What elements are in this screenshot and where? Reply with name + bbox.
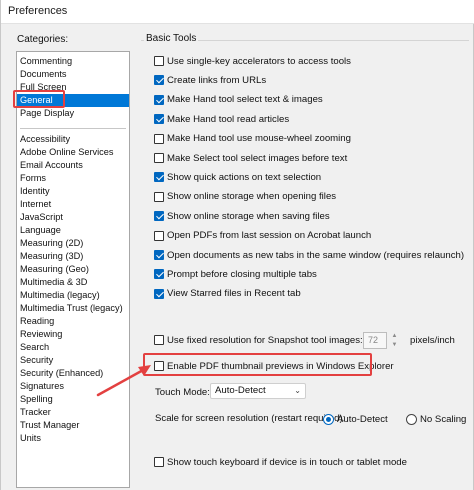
option-view-starred-files-in-recent-label: View Starred files in Recent tab [167, 288, 301, 300]
snapshot-resolution-checkbox[interactable] [154, 335, 164, 345]
category-security-enhanced[interactable]: Security (Enhanced) [20, 367, 103, 380]
option-open-pdfs-from-last-session[interactable]: Open PDFs from last session on Acrobat l… [154, 229, 371, 243]
option-create-links-from-urls-label: Create links from URLs [167, 74, 267, 86]
scale-no-scaling-label: No Scaling [420, 413, 467, 425]
category-forms[interactable]: Forms [20, 172, 46, 185]
category-documents[interactable]: Documents [20, 68, 66, 81]
category-language[interactable]: Language [20, 224, 61, 237]
option-make-select-tool-select-images[interactable]: Make Select tool select images before te… [154, 151, 347, 165]
option-make-hand-tool-read-articles-checkbox[interactable] [154, 114, 164, 125]
category-identity[interactable]: Identity [20, 185, 50, 198]
option-make-select-tool-select-images-checkbox[interactable] [154, 153, 164, 163]
option-open-documents-as-new-tabs-label: Open documents as new tabs in the same w… [167, 249, 465, 261]
option-make-hand-tool-read-articles-label: Make Hand tool read articles [167, 113, 290, 125]
snapshot-resolution-option[interactable]: Use fixed resolution for Snapshot tool i… [154, 333, 363, 347]
option-prompt-before-closing-multiple-tabs-checkbox[interactable] [154, 269, 164, 280]
option-show-quick-actions-on-text[interactable]: Show quick actions on text selection [154, 170, 321, 184]
option-create-links-from-urls[interactable]: Create links from URLs [154, 73, 266, 87]
category-commenting[interactable]: Commenting [20, 55, 72, 68]
snapshot-resolution-spinner[interactable]: ▲ ▼ [390, 332, 399, 349]
option-make-hand-tool-select-text-checkbox[interactable] [154, 94, 164, 105]
option-use-single-key-accelerators-to-checkbox[interactable] [154, 56, 164, 66]
thumbnail-preview-option[interactable]: Enable PDF thumbnail previews in Windows… [154, 359, 394, 373]
option-show-quick-actions-on-text-checkbox[interactable] [154, 172, 164, 183]
category-reading[interactable]: Reading [20, 315, 54, 328]
option-open-pdfs-from-last-session-checkbox[interactable] [154, 230, 164, 241]
option-show-online-storage-when-saving[interactable]: Show online storage when saving files [154, 209, 330, 223]
option-prompt-before-closing-multiple-tabs-label: Prompt before closing multiple tabs [167, 268, 317, 280]
spin-down-icon[interactable]: ▼ [392, 341, 398, 349]
snapshot-resolution-label: Use fixed resolution for Snapshot tool i… [167, 334, 363, 346]
option-view-starred-files-in-recent-checkbox[interactable] [154, 288, 164, 299]
category-email-accounts[interactable]: Email Accounts [20, 159, 83, 172]
option-make-hand-tool-read-articles[interactable]: Make Hand tool read articles [154, 112, 289, 126]
snapshot-resolution-input[interactable]: 72 [363, 332, 387, 349]
window-title: Preferences [8, 5, 68, 17]
category-spelling[interactable]: Spelling [20, 393, 53, 406]
touch-mode-label: Touch Mode: [155, 387, 210, 398]
touch-keyboard-label: Show touch keyboard if device is in touc… [167, 456, 407, 468]
option-view-starred-files-in-recent[interactable]: View Starred files in Recent tab [154, 287, 301, 301]
option-use-single-key-accelerators-to-label: Use single-key accelerators to access to… [167, 55, 351, 67]
category-trust-manager[interactable]: Trust Manager [20, 419, 79, 432]
option-make-hand-tool-select-text[interactable]: Make Hand tool select text & images [154, 93, 323, 107]
option-create-links-from-urls-checkbox[interactable] [154, 75, 164, 86]
option-open-pdfs-from-last-session-label: Open PDFs from last session on Acrobat l… [167, 230, 372, 242]
category-measuring-geo[interactable]: Measuring (Geo) [20, 263, 89, 276]
scale-no-scaling-option[interactable]: No Scaling [406, 412, 466, 426]
scale-no-scaling-radio[interactable] [406, 413, 417, 425]
option-make-hand-tool-use-mouse-label: Make Hand tool use mouse-wheel zooming [167, 133, 351, 145]
category-multimedia-3d[interactable]: Multimedia & 3D [20, 276, 87, 289]
category-measuring-2d[interactable]: Measuring (2D) [20, 237, 83, 250]
category-measuring-3d[interactable]: Measuring (3D) [20, 250, 83, 263]
category-reviewing[interactable]: Reviewing [20, 328, 62, 341]
basic-tools-title: Basic Tools [144, 33, 199, 44]
category-security[interactable]: Security [20, 354, 53, 367]
touch-mode-value: Auto-Detect [215, 385, 266, 396]
option-show-online-storage-when-saving-label: Show online storage when saving files [167, 210, 330, 222]
option-open-documents-as-new-tabs-checkbox[interactable] [154, 250, 164, 260]
option-show-online-storage-when-opening-label: Show online storage when opening files [167, 191, 337, 203]
scale-resolution-label: Scale for screen resolution (restart req… [155, 413, 346, 424]
thumbnail-preview-checkbox[interactable] [154, 361, 164, 371]
category-adobe-online-services[interactable]: Adobe Online Services [20, 146, 113, 159]
touch-keyboard-checkbox[interactable] [154, 457, 164, 467]
category-separator [20, 128, 126, 129]
category-full-screen[interactable]: Full Screen [20, 81, 66, 94]
option-use-single-key-accelerators-to[interactable]: Use single-key accelerators to access to… [154, 54, 351, 68]
category-multimedia-trust-legacy[interactable]: Multimedia Trust (legacy) [20, 302, 123, 315]
thumbnail-preview-label: Enable PDF thumbnail previews in Windows… [167, 360, 394, 372]
category-general[interactable]: General [17, 94, 129, 107]
scale-auto-detect-option[interactable]: Auto-Detect [323, 412, 388, 426]
touch-keyboard-option[interactable]: Show touch keyboard if device is in touc… [154, 455, 407, 469]
category-search[interactable]: Search [20, 341, 49, 354]
option-show-online-storage-when-opening[interactable]: Show online storage when opening files [154, 190, 336, 204]
option-make-hand-tool-select-text-label: Make Hand tool select text & images [167, 94, 323, 106]
touch-mode-select[interactable]: Auto-Detect ⌄ [210, 383, 306, 399]
option-make-select-tool-select-images-label: Make Select tool select images before te… [167, 152, 348, 164]
category-units[interactable]: Units [20, 432, 41, 445]
scale-auto-detect-label: Auto-Detect [337, 413, 388, 425]
scale-auto-detect-radio[interactable] [323, 413, 334, 425]
category-accessibility[interactable]: Accessibility [20, 133, 70, 146]
option-make-hand-tool-use-mouse-checkbox[interactable] [154, 133, 164, 144]
pixels-per-inch-label: pixels/inch [410, 335, 455, 346]
spin-up-icon[interactable]: ▲ [392, 332, 398, 340]
categories-label: Categories: [17, 34, 69, 45]
category-javascript[interactable]: JavaScript [20, 211, 63, 224]
option-make-hand-tool-use-mouse[interactable]: Make Hand tool use mouse-wheel zooming [154, 132, 351, 146]
category-internet[interactable]: Internet [20, 198, 51, 211]
categories-list[interactable]: Commenting Documents Full Screen General… [16, 51, 130, 488]
category-page-display[interactable]: Page Display [20, 107, 74, 120]
category-multimedia-legacy[interactable]: Multimedia (legacy) [20, 289, 100, 302]
option-show-online-storage-when-saving-checkbox[interactable] [154, 211, 164, 222]
category-tracker[interactable]: Tracker [20, 406, 51, 419]
chevron-down-icon: ⌄ [294, 386, 301, 395]
option-show-quick-actions-on-text-label: Show quick actions on text selection [167, 171, 322, 183]
option-open-documents-as-new-tabs[interactable]: Open documents as new tabs in the same w… [154, 248, 464, 262]
option-prompt-before-closing-multiple-tabs[interactable]: Prompt before closing multiple tabs [154, 267, 317, 281]
title-bar: Preferences [1, 0, 474, 24]
option-show-online-storage-when-opening-checkbox[interactable] [154, 191, 164, 202]
category-signatures[interactable]: Signatures [20, 380, 64, 393]
